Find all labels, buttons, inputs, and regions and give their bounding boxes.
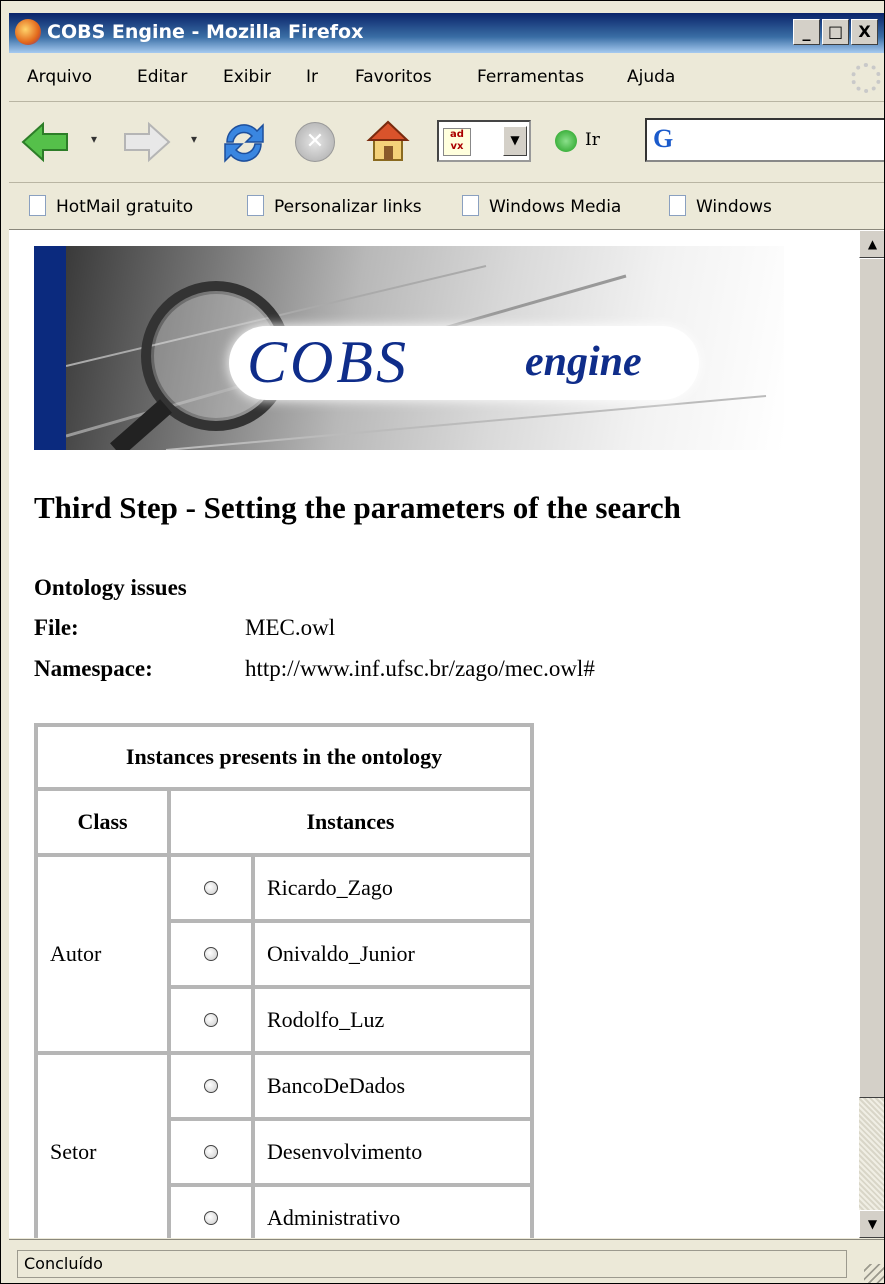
menu-ajuda[interactable]: Ajuda [627,67,675,87]
close-button[interactable]: X [851,19,878,45]
bookmark-hotmail[interactable]: HotMail gratuito [29,195,193,217]
table-caption: Instances presents in the ontology [36,725,532,789]
instances-table: Instances presents in the ontology Class… [34,723,534,1238]
radio-icon[interactable] [204,947,218,961]
table-row: Setor BancoDeDados [36,1053,532,1238]
menu-bar: Arquivo Editar Exibir Ir Favoritos Ferra… [9,55,884,102]
back-history-dropdown[interactable]: ▾ [91,132,97,146]
namespace-value: http://www.inf.ufsc.br/zago/mec.owl# [245,656,595,681]
vertical-scrollbar[interactable]: ▲ ▼ [859,230,884,1238]
class-cell-setor: Setor [36,1053,169,1238]
class-cell-autor: Autor [36,855,169,1053]
minimize-button[interactable]: _ [793,19,820,45]
back-arrow-icon[interactable] [21,120,71,164]
page-icon [462,195,479,216]
page-icon [669,195,686,216]
instance-name: BancoDeDados [253,1053,532,1119]
firefox-icon [15,19,41,45]
instance-radio[interactable] [169,855,253,921]
scrollbar-thumb[interactable] [859,258,884,1098]
instance-radio[interactable] [169,1053,253,1119]
google-search-box[interactable]: G [645,118,884,162]
bookmark-windows[interactable]: Windows [669,195,772,217]
site-favicon-icon: ad vx [443,128,471,156]
radio-icon[interactable] [204,881,218,895]
home-icon[interactable] [365,118,411,164]
menu-arquivo[interactable]: Arquivo [27,67,92,87]
radio-icon[interactable] [204,1079,218,1093]
instance-radio[interactable] [169,1185,253,1238]
address-dropdown-button[interactable]: ▼ [503,126,527,156]
forward-arrow-icon[interactable] [121,120,171,164]
google-icon[interactable]: G [653,124,673,154]
reload-icon[interactable] [219,118,269,168]
table-row: Autor Ricardo_Zago [36,855,532,1053]
scrollbar-track[interactable] [859,1098,884,1210]
page-content: COBS engine Third Step - Setting the par… [9,230,859,1238]
radio-icon[interactable] [204,1013,218,1027]
cobs-engine-banner: COBS engine [34,246,784,450]
menu-ir[interactable]: Ir [306,67,318,87]
page-icon [29,195,46,216]
title-bar: COBS Engine - Mozilla Firefox _ □ X [9,13,884,53]
status-bar: Concluído [9,1239,884,1283]
instance-name: Onivaldo_Junior [253,921,532,987]
instance-radio[interactable] [169,987,253,1053]
column-header-instances: Instances [169,789,532,855]
instance-name: Administrativo [253,1185,532,1238]
page-title: Third Step - Setting the parameters of t… [34,490,681,525]
instance-name: Ricardo_Zago [253,855,532,921]
radio-icon[interactable] [204,1211,218,1225]
bookmark-windows-media[interactable]: Windows Media [462,195,621,217]
column-header-class: Class [36,789,169,855]
go-button-label[interactable]: Ir [585,130,600,150]
file-value: MEC.owl [245,615,336,640]
ontology-section-title: Ontology issues [34,575,187,600]
page-icon [247,195,264,216]
radio-icon[interactable] [204,1145,218,1159]
cobs-engine-logo: COBS engine [229,326,699,400]
scroll-up-arrow-icon[interactable]: ▲ [859,230,884,258]
forward-history-dropdown[interactable]: ▾ [191,132,197,146]
browser-window: COBS Engine - Mozilla Firefox _ □ X Arqu… [0,0,885,1284]
go-arrow-icon[interactable] [555,130,577,152]
namespace-label: Namespace: [34,656,153,681]
instance-name: Desenvolvimento [253,1119,532,1185]
scroll-down-arrow-icon[interactable]: ▼ [859,1210,884,1238]
instance-radio[interactable] [169,921,253,987]
window-title: COBS Engine - Mozilla Firefox [47,21,364,43]
instance-radio[interactable] [169,1119,253,1185]
maximize-button[interactable]: □ [822,19,849,45]
instance-name: Rodolfo_Luz [253,987,532,1053]
throbber-icon [851,63,881,93]
menu-favoritos[interactable]: Favoritos [355,67,432,87]
address-bar[interactable]: ad vx ▼ [437,120,531,162]
menu-ferramentas[interactable]: Ferramentas [477,67,584,87]
resize-grip-icon[interactable] [864,1264,884,1283]
file-label: File: [34,615,79,640]
menu-editar[interactable]: Editar [137,67,187,87]
stop-icon[interactable]: ✕ [295,122,335,162]
status-text: Concluído [17,1250,847,1278]
navigation-toolbar: ▾ ▾ ✕ ad vx ▼ Ir G [9,102,884,183]
bookmarks-toolbar: HotMail gratuito Personalizar links Wind… [9,183,884,230]
menu-exibir[interactable]: Exibir [223,67,271,87]
bookmark-personalizar-links[interactable]: Personalizar links [247,195,422,217]
banner-stripe [34,246,66,450]
